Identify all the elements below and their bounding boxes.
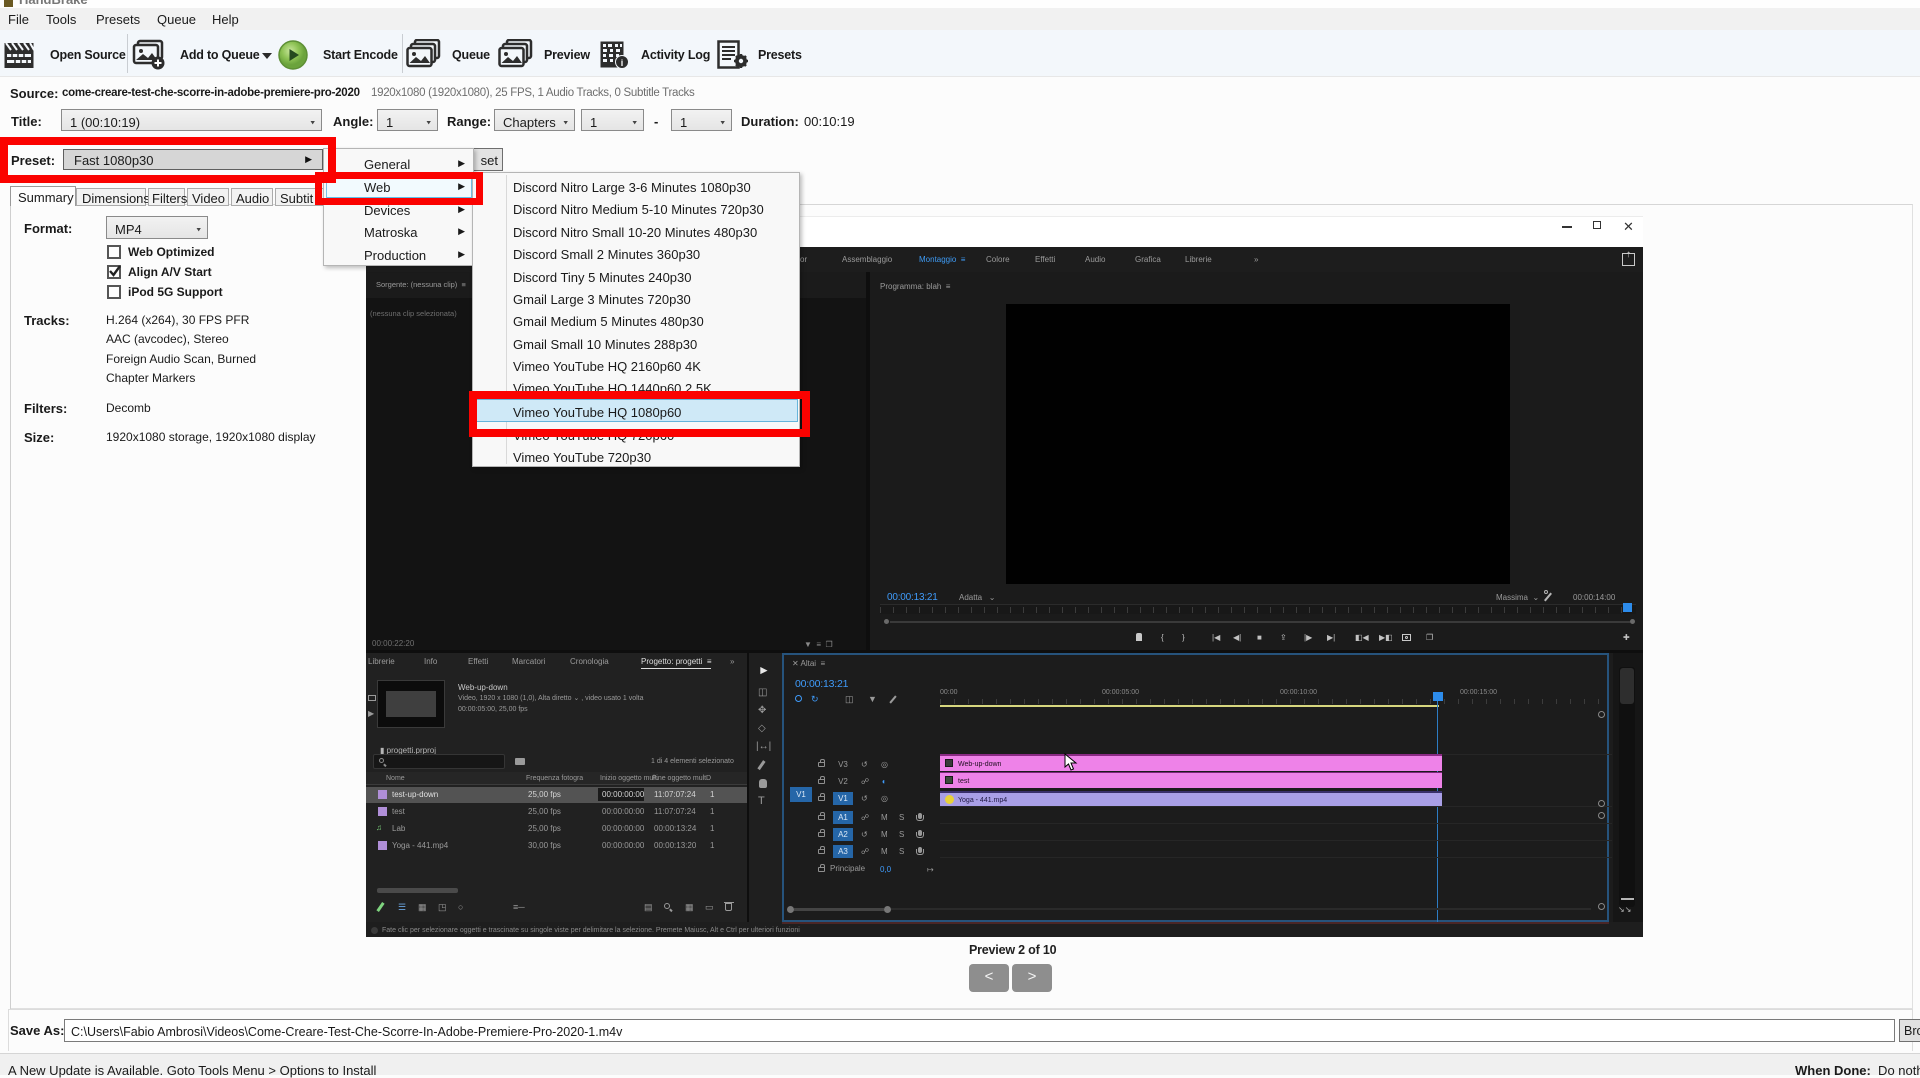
svg-text:i: i xyxy=(621,58,624,68)
